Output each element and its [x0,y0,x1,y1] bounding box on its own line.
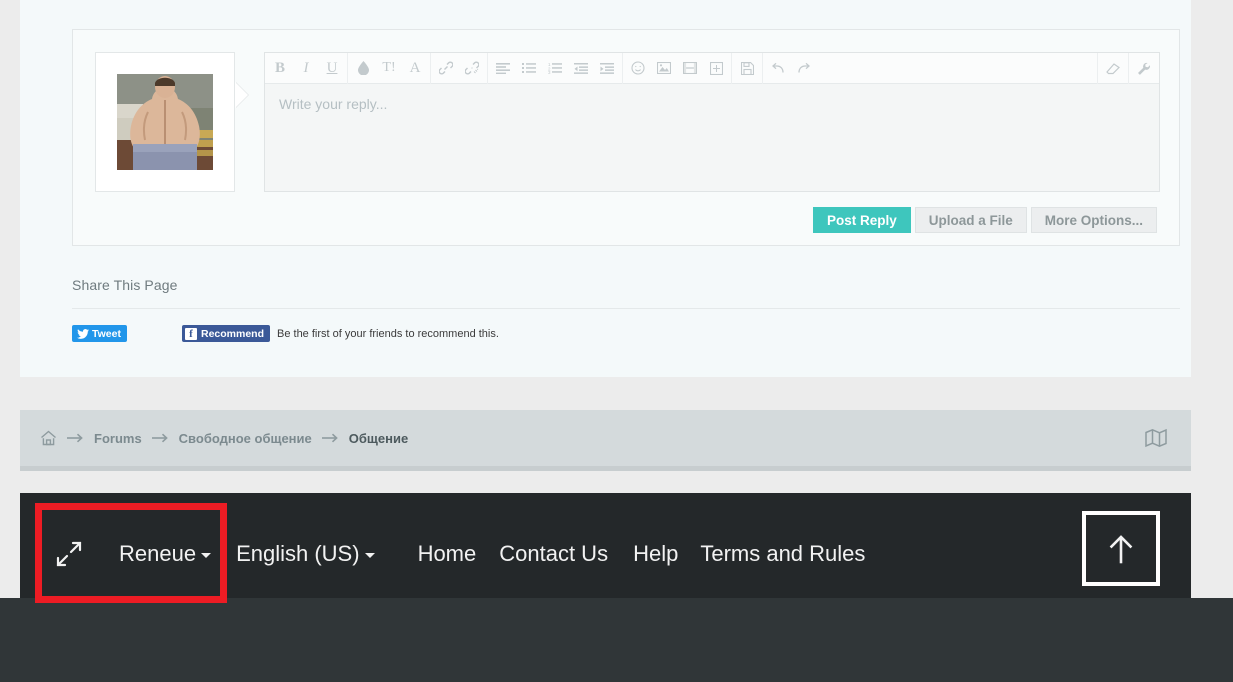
quick-reply-editor-wrapper: B I U T! A [72,29,1180,246]
avatar[interactable] [95,52,235,192]
insert-table-icon[interactable] [703,54,729,83]
toolbar-group-insert [623,53,732,84]
expand-arrows-icon[interactable] [38,540,100,568]
arrow-up-icon [1108,533,1134,565]
toolbar-group-history [763,53,819,84]
twitter-bird-icon [77,329,89,339]
more-options-button[interactable]: More Options... [1031,207,1157,233]
footer-link-contact-us[interactable]: Contact Us [499,541,608,567]
footer-link-home[interactable]: Home [418,541,477,567]
insert-media-icon[interactable] [677,54,703,83]
bullet-list-icon[interactable] [516,54,542,83]
toolbar-group-link [431,53,488,84]
share-buttons-row: Tweet f Recommend Be the first of your f… [72,325,499,342]
eraser-icon[interactable] [1100,54,1126,83]
share-divider [72,308,1180,309]
style-chooser-button[interactable]: Reneue [119,541,211,567]
editor-actions: Post Reply Upload a File More Options... [809,207,1157,233]
toolbar-group-clear [1097,53,1128,84]
facebook-recommend-wrapper: f Recommend Be the first of your friends… [182,325,499,342]
facebook-recommend-label: Recommend [201,328,264,340]
editor-toolbar: B I U T! A [265,53,1159,84]
chevron-down-icon [201,553,211,558]
svg-text:3: 3 [548,70,551,74]
chevron-down-icon [365,553,375,558]
post-reply-button[interactable]: Post Reply [813,207,911,233]
toolbar-group-format: B I U [265,53,348,84]
breadcrumb-separator-icon [322,433,339,443]
footer-nav: Reneue English (US) Home Contact Us Help… [20,493,865,615]
underline-icon[interactable]: U [319,54,345,83]
breadcrumb-item-forums[interactable]: Forums [94,431,142,446]
scroll-to-top-button[interactable] [1082,511,1160,586]
breadcrumb-item-current: Общение [349,431,408,446]
footer-lower-strip [0,598,1233,682]
undo-icon[interactable] [765,54,791,83]
tweet-button[interactable]: Tweet [72,325,127,342]
indent-icon[interactable] [594,54,620,83]
save-draft-icon[interactable] [734,54,760,83]
italic-icon[interactable]: I [293,54,319,83]
insert-link-icon[interactable] [433,54,459,83]
share-this-page-title: Share This Page [72,277,178,293]
outdent-icon[interactable] [568,54,594,83]
reply-textarea[interactable]: Write your reply... [265,84,1159,191]
avatar-speech-arrow [235,82,248,108]
facebook-recommend-text: Be the first of your friends to recommen… [277,328,499,340]
breadcrumb-bottom-shadow [20,466,1191,471]
font-family-icon[interactable]: A [402,54,428,83]
toolbar-group-paragraph: 1 2 3 [488,53,623,84]
upload-file-button[interactable]: Upload a File [915,207,1027,233]
bold-icon[interactable]: B [267,54,293,83]
language-chooser-button[interactable]: English (US) [236,541,374,567]
align-left-icon[interactable] [490,54,516,83]
toolbar-group-draft [732,53,763,84]
home-icon[interactable] [40,430,57,446]
breadcrumb: Forums Свободное общение Общение [40,410,408,466]
wrench-icon[interactable] [1131,54,1157,83]
post-reply-card: B I U T! A [20,0,1191,377]
footer-link-terms-and-rules[interactable]: Terms and Rules [700,541,865,567]
avatar-photo [117,74,213,170]
insert-image-icon[interactable] [651,54,677,83]
breadcrumb-item-category[interactable]: Свободное общение [179,431,312,446]
font-size-icon[interactable]: T! [376,54,402,83]
toolbar-group-color: T! A [348,53,431,84]
language-chooser-label: English (US) [236,541,359,566]
breadcrumb-separator-icon [152,433,169,443]
text-color-icon[interactable] [350,54,376,83]
smilie-icon[interactable] [625,54,651,83]
redo-icon[interactable] [791,54,817,83]
unlink-icon[interactable] [459,54,485,83]
reply-editor: B I U T! A [264,52,1160,192]
facebook-recommend-button[interactable]: f Recommend [182,325,270,342]
breadcrumb-bar: Forums Свободное общение Общение [20,410,1191,466]
toolbar-group-settings [1128,53,1159,84]
style-chooser-label: Reneue [119,541,196,566]
page-root: B I U T! A [0,0,1233,682]
footer-link-help[interactable]: Help [633,541,678,567]
facebook-logo-icon: f [185,328,197,340]
breadcrumb-separator-icon [67,433,84,443]
toolbar-right-group [1097,53,1159,84]
sitemap-icon[interactable] [1145,428,1167,453]
tweet-button-label: Tweet [92,328,121,340]
numbered-list-icon[interactable]: 1 2 3 [542,54,568,83]
